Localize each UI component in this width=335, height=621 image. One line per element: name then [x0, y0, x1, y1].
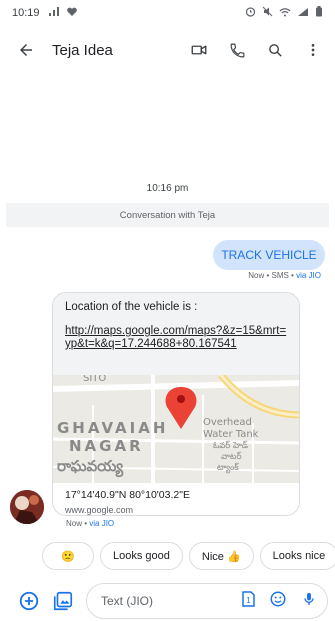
message-input-placeholder: Text (JIO) [101, 594, 154, 608]
location-coordinates: 17°14'40.9"N 80°10'03.2"E [65, 489, 190, 501]
emoji-button[interactable] [269, 590, 287, 613]
sim-icon: 1 [242, 590, 255, 607]
composer: Text (JIO) 1 [0, 580, 335, 620]
cell-signal-icon [297, 7, 309, 20]
heart-icon [66, 7, 78, 20]
video-call-button[interactable] [187, 38, 211, 62]
phone-icon [230, 43, 244, 57]
smart-reply-nice[interactable]: Nice 👍 [188, 542, 254, 570]
add-attachment-button[interactable] [18, 590, 40, 612]
add-circle-icon [19, 591, 39, 611]
app-bar: Teja Idea [0, 30, 335, 70]
smart-reply-looks-nice[interactable]: Looks nice [259, 542, 335, 570]
incoming-message-meta: Now • via JIO [66, 519, 114, 528]
smart-reply-emoji[interactable]: 🙁 [42, 542, 94, 570]
video-call-icon [191, 45, 207, 55]
voice-input-button[interactable] [301, 590, 317, 613]
call-button[interactable] [225, 38, 249, 62]
battery-icon [315, 6, 323, 20]
signal-notification-icon [48, 6, 60, 20]
search-icon [268, 43, 282, 57]
status-bar: 10:19 [0, 0, 335, 26]
status-left-icons [48, 6, 78, 20]
sad-face-icon: 🙁 [61, 550, 75, 563]
alarm-icon [245, 6, 256, 20]
arrow-back-icon [20, 44, 32, 56]
maps-link[interactable]: http://maps.google.com/maps?&z=15&mrt=yp… [65, 325, 287, 351]
location-info: 17°14'40.9"N 80°10'03.2"E www.google.com [53, 483, 299, 515]
conversation-banner: Conversation with Teja [6, 203, 329, 227]
incoming-via-label: via JIO [89, 519, 115, 528]
conversation-banner-text: Conversation with Teja [119, 209, 216, 221]
outgoing-message-meta: Now • SMS • via JIO [248, 271, 321, 280]
outgoing-message-text: TRACK VEHICLE [221, 248, 317, 262]
map-label-telugu: రాఘవయ్య [57, 457, 124, 475]
map-label-poi-2: Water Tank [203, 429, 259, 440]
composer-icons: 1 [241, 590, 317, 613]
outgoing-message-bubble[interactable]: TRACK VEHICLE [213, 240, 325, 270]
microphone-icon [304, 592, 314, 605]
incoming-message-body: Location of the vehicle is : http://maps… [53, 293, 299, 375]
avatar[interactable] [10, 490, 44, 524]
map-label-area-1: GHAVAIAH [57, 419, 169, 437]
incoming-meta-text: Now • [66, 519, 90, 528]
status-time: 10:19 [12, 7, 40, 19]
map-label-area-2: NAGAR [69, 437, 144, 455]
thread-timestamp: 10:16 pm [146, 183, 189, 194]
gallery-button[interactable] [52, 590, 74, 612]
conversation-title: Teja Idea [52, 41, 113, 59]
emoji-icon [270, 591, 286, 606]
search-button[interactable] [263, 38, 287, 62]
incoming-message-text: Location of the vehicle is : [65, 301, 198, 313]
mute-icon [262, 6, 273, 20]
back-button[interactable] [14, 38, 38, 62]
app-bar-actions [187, 38, 325, 62]
message-input[interactable]: Text (JIO) 1 [86, 583, 328, 619]
avatar-image [10, 490, 44, 524]
smart-reply-looks-good[interactable]: Looks good [100, 542, 183, 570]
map-label-poi-1: Overhead [203, 417, 252, 428]
map-preview[interactable]: SITO GHAVAIAH NAGAR రాఘవయ్య Overhead Wat… [53, 375, 299, 483]
gallery-icon [53, 591, 73, 611]
wifi-icon [279, 7, 291, 20]
status-right-icons [245, 6, 323, 20]
more-vert-icon [311, 44, 315, 56]
map-label-poi-te-3: ట్యాంక్ [217, 463, 239, 473]
sim-selector-button[interactable]: 1 [241, 590, 255, 612]
smart-reply-bar: 🙁 Looks good Nice 👍 Looks nice [42, 542, 335, 570]
outgoing-via-label: via JIO [296, 271, 321, 280]
more-options-button[interactable] [301, 38, 325, 62]
location-domain: www.google.com [65, 505, 134, 515]
outgoing-meta-text: Now • SMS • [248, 271, 297, 280]
incoming-message-card[interactable]: Location of the vehicle is : http://maps… [52, 292, 300, 516]
svg-text:1: 1 [246, 596, 251, 605]
map-label-top: SITO [83, 375, 107, 384]
